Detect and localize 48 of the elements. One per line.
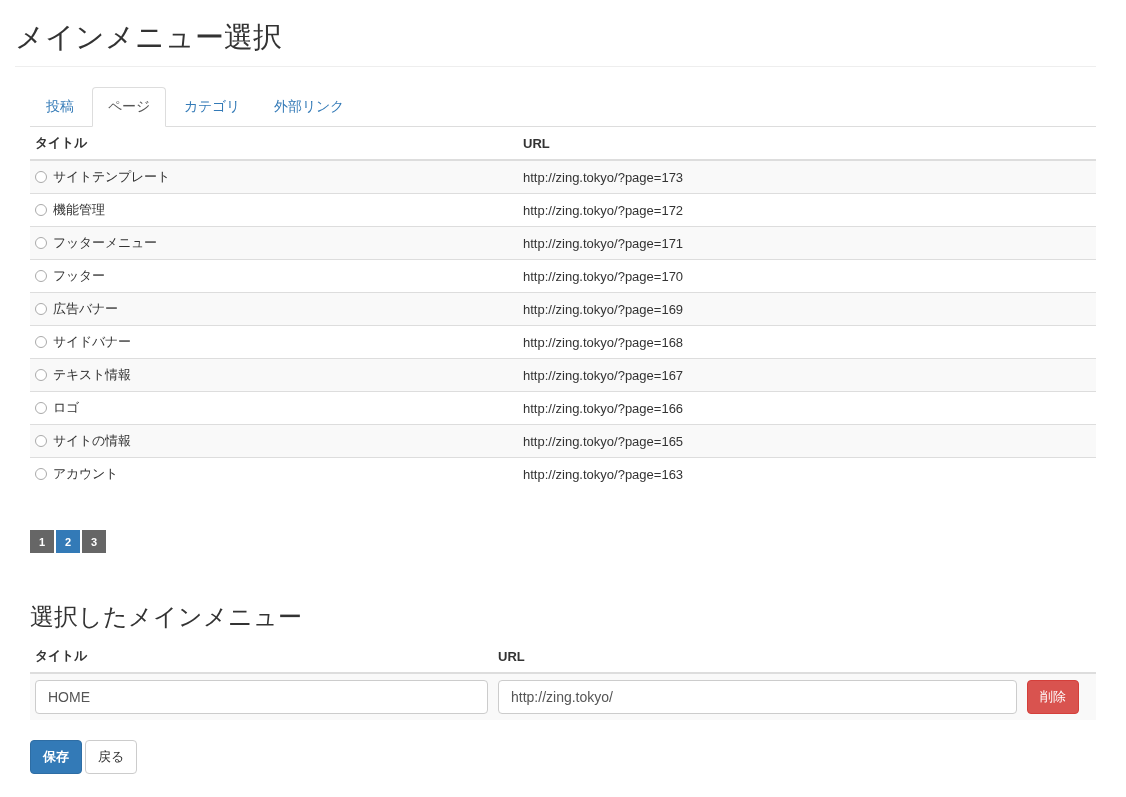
page-link[interactable]: 2 bbox=[56, 530, 80, 553]
page-title-cell: サイドバナー bbox=[53, 333, 131, 351]
radio-button[interactable] bbox=[35, 303, 47, 315]
tab[interactable]: カテゴリ bbox=[168, 87, 256, 127]
radio-button[interactable] bbox=[35, 270, 47, 282]
url-cell: http://zing.tokyo/?page=167 bbox=[523, 367, 684, 383]
page-title-cell: フッター bbox=[53, 267, 105, 285]
url-cell: http://zing.tokyo/?page=168 bbox=[523, 334, 684, 350]
page-title-cell: アカウント bbox=[53, 465, 118, 483]
column-header: タイトル bbox=[35, 648, 87, 663]
url-cell: http://zing.tokyo/?page=169 bbox=[523, 301, 684, 317]
url-cell: http://zing.tokyo/?page=173 bbox=[523, 169, 684, 185]
radio-button[interactable] bbox=[35, 468, 47, 480]
section-heading: 選択したメインメニュー bbox=[30, 602, 303, 632]
back-button[interactable]: 戻る bbox=[85, 740, 137, 774]
radio-button[interactable] bbox=[35, 402, 47, 414]
save-button[interactable]: 保存 bbox=[30, 740, 82, 774]
title-input[interactable]: HOME bbox=[35, 680, 488, 714]
url-cell: http://zing.tokyo/?page=171 bbox=[523, 235, 684, 251]
radio-button[interactable] bbox=[35, 171, 47, 183]
url-cell: http://zing.tokyo/?page=172 bbox=[523, 202, 684, 218]
url-cell: http://zing.tokyo/?page=166 bbox=[523, 400, 684, 416]
page-link[interactable]: 3 bbox=[82, 530, 106, 553]
page-title-cell: サイトの情報 bbox=[53, 432, 131, 450]
url-cell: http://zing.tokyo/?page=165 bbox=[523, 433, 684, 449]
page-title-cell: ロゴ bbox=[53, 399, 79, 417]
url-cell: http://zing.tokyo/?page=170 bbox=[523, 268, 684, 284]
tab[interactable]: 投稿 bbox=[30, 87, 90, 127]
delete-button[interactable]: 削除 bbox=[1027, 680, 1079, 714]
page-title-cell: 広告バナー bbox=[53, 300, 118, 318]
column-header: タイトル bbox=[35, 135, 87, 150]
url-input[interactable]: http://zing.tokyo/ bbox=[498, 680, 1017, 714]
page-title-cell: フッターメニュー bbox=[53, 234, 157, 252]
radio-button[interactable] bbox=[35, 435, 47, 447]
radio-button[interactable] bbox=[35, 237, 47, 249]
page-link[interactable]: 1 bbox=[30, 530, 54, 553]
page-title-cell: サイトテンプレート bbox=[53, 168, 170, 186]
tab[interactable]: ページ bbox=[92, 87, 166, 127]
url-cell: http://zing.tokyo/?page=163 bbox=[523, 466, 684, 482]
radio-button[interactable] bbox=[35, 369, 47, 381]
column-header: URL bbox=[523, 135, 550, 151]
column-header: URL bbox=[498, 648, 525, 664]
radio-button[interactable] bbox=[35, 204, 47, 216]
page-title-cell: 機能管理 bbox=[53, 201, 105, 219]
page-title-cell: テキスト情報 bbox=[53, 366, 131, 384]
radio-button[interactable] bbox=[35, 336, 47, 348]
page-title: メインメニュー選択 bbox=[15, 0, 1096, 67]
tab[interactable]: 外部リンク bbox=[258, 87, 360, 127]
